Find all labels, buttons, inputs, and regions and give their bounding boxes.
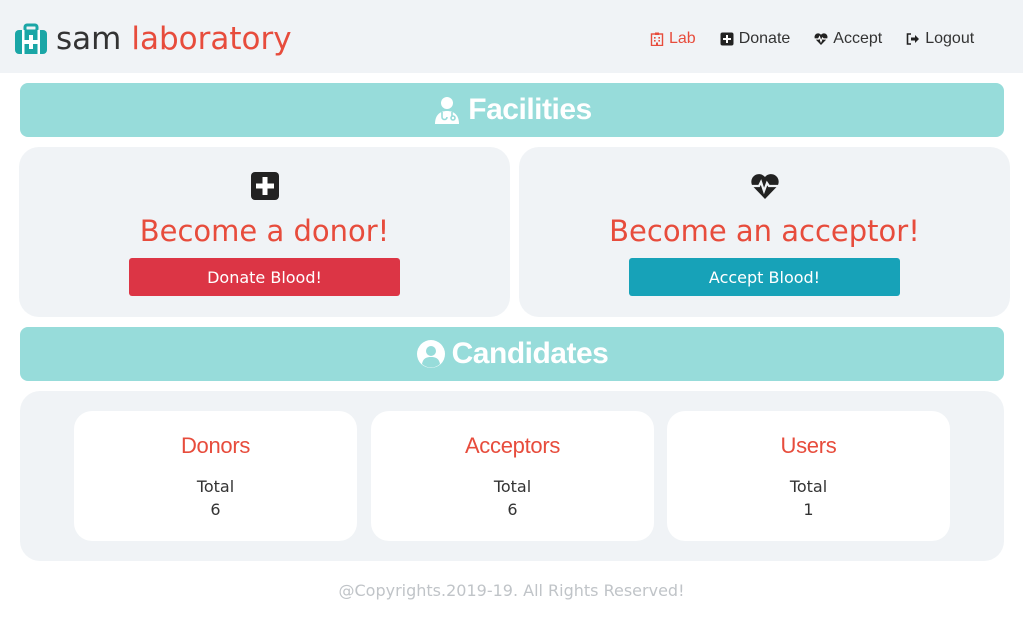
donate-blood-button[interactable]: Donate Blood! [129,258,400,296]
main-nav: Lab Donate Accept Logout [650,30,998,48]
brand-name-second: laboratory [131,21,292,57]
facilities-header: Facilities [20,83,1004,137]
donors-stat-card: Donors Total 6 [74,411,357,541]
candidates-header: Candidates [20,327,1004,381]
stat-label: Total [789,477,828,496]
stat-value: 1 [803,500,814,519]
users-stat-card: Users Total 1 [667,411,950,541]
nav-item-logout-label: Logout [925,30,975,47]
sign-out-icon [906,33,920,45]
stat-label: Total [493,477,532,496]
stat-value: 6 [507,500,518,519]
acceptor-card-title: Become an acceptor! [609,214,920,248]
heartbeat-icon [750,174,779,199]
brand-logo[interactable]: sam laboratory [14,18,292,60]
acceptor-card: Become an acceptor! Accept Blood! [519,147,1010,317]
plus-square-icon [250,172,279,200]
stat-title: Acceptors [464,433,561,458]
brand-name-first: sam [56,21,122,57]
donor-card: Become a donor! Donate Blood! [19,147,510,317]
donor-card-title: Become a donor! [139,214,390,248]
medical-kit-icon [15,23,47,54]
footer-copyright: @Copyrights.2019-19. All Rights Reserved… [338,581,685,600]
nav-item-lab[interactable]: Lab [650,30,696,48]
nav-item-donate-label: Donate [738,30,791,47]
candidates-panel: Donors Total 6 Acceptors Total 6 Users T… [20,391,1004,561]
nav-item-accept[interactable]: Accept [814,30,882,48]
facilities-title: Facilities [468,93,592,126]
stat-label: Total [196,477,235,496]
doctor-icon [435,97,460,124]
hospital-icon [650,32,664,46]
nav-item-donate[interactable]: Donate [720,30,791,48]
nav-item-accept-label: Accept [833,30,883,47]
plus-square-icon [720,32,734,46]
acceptors-stat-card: Acceptors Total 6 [371,411,654,541]
nav-item-lab-label: Lab [669,30,696,47]
nav-item-logout[interactable]: Logout [906,30,974,48]
stat-title: Donors [180,433,251,458]
user-circle-icon [416,340,445,368]
heartbeat-icon [814,33,828,45]
stat-title: Users [780,433,837,458]
accept-blood-button[interactable]: Accept Blood! [629,258,900,296]
candidates-title: Candidates [451,337,609,370]
stat-value: 6 [210,500,221,519]
navbar: sam laboratory Lab Donate Accept Logout [0,0,1023,73]
